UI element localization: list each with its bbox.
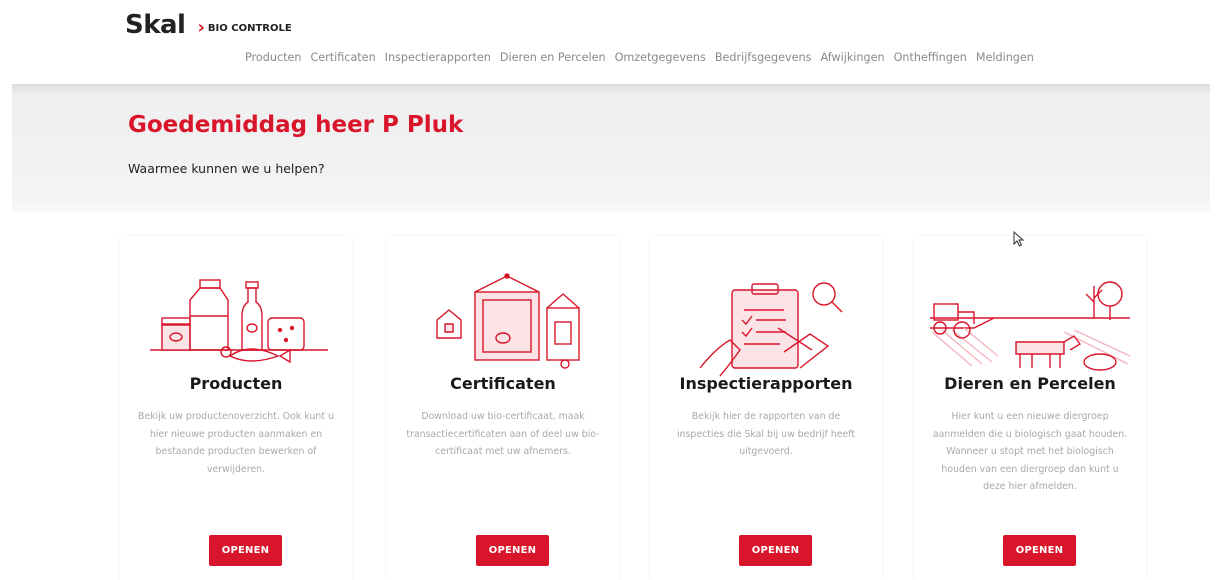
nav-producten[interactable]: Producten [245, 51, 301, 64]
card-inspectierapporten: Inspectierapporten Bekijk hier de rappor… [650, 236, 882, 580]
logo-chevron-icon: › [197, 17, 205, 38]
greeting-title: Goedemiddag heer P Pluk [128, 112, 464, 138]
dashboard-cards: Producten Bekijk uw productenoverzicht. … [120, 236, 1152, 580]
nav-inspectierapporten[interactable]: Inspectierapporten [385, 51, 491, 64]
card-dieren-en-percelen: Dieren en Percelen Hier kunt u een nieuw… [914, 236, 1146, 580]
skal-logo[interactable]: Skal › BIO CONTROLE [125, 10, 292, 40]
open-inspectierapporten-button[interactable]: OPENEN [739, 535, 812, 566]
nav-dieren-en-percelen[interactable]: Dieren en Percelen [500, 51, 606, 64]
products-illustration-icon [150, 279, 328, 364]
help-question: Waarmee kunnen we u helpen? [128, 161, 325, 176]
nav-ontheffingen[interactable]: Ontheffingen [894, 51, 967, 64]
site-header: Skal › BIO CONTROLE Producten Certificat… [0, 0, 1219, 84]
nav-bedrijfsgegevens[interactable]: Bedrijfsgegevens [715, 51, 812, 64]
card-description: Download uw bio-certificaat, maak transa… [406, 411, 600, 457]
card-title: Inspectierapporten [679, 374, 853, 393]
mouse-pointer-icon [1013, 231, 1025, 247]
nav-afwijkingen[interactable]: Afwijkingen [820, 51, 884, 64]
open-certificaten-button[interactable]: OPENEN [476, 535, 549, 566]
nav-certificaten[interactable]: Certificaten [310, 51, 375, 64]
logo-brand: Skal [125, 10, 186, 40]
welcome-banner: Goedemiddag heer P Pluk Waarmee kunnen w… [12, 84, 1210, 212]
nav-meldingen[interactable]: Meldingen [976, 51, 1034, 64]
certificates-illustration-icon [436, 273, 580, 369]
card-producten: Producten Bekijk uw productenoverzicht. … [120, 236, 352, 580]
card-description: Bekijk hier de rapporten van de inspecti… [676, 411, 856, 457]
main-nav: Producten Certificaten Inspectierapporte… [245, 51, 1034, 64]
open-dieren-en-percelen-button[interactable]: OPENEN [1003, 535, 1076, 566]
open-producten-button[interactable]: OPENEN [209, 535, 282, 566]
card-certificaten: Certificaten Download uw bio-certificaat… [387, 236, 619, 580]
nav-omzetgegevens[interactable]: Omzetgegevens [615, 51, 706, 64]
card-title: Dieren en Percelen [944, 374, 1116, 393]
logo-subtitle: BIO CONTROLE [207, 23, 292, 34]
card-description: Bekijk uw productenoverzicht. Ook kunt u… [138, 411, 334, 475]
card-description: Hier kunt u een nieuwe diergroep aanmeld… [932, 411, 1128, 492]
farm-illustration-icon [930, 281, 1131, 371]
card-title: Producten [189, 374, 283, 393]
card-title: Certificaten [450, 374, 556, 393]
inspection-illustration-icon [699, 282, 843, 377]
